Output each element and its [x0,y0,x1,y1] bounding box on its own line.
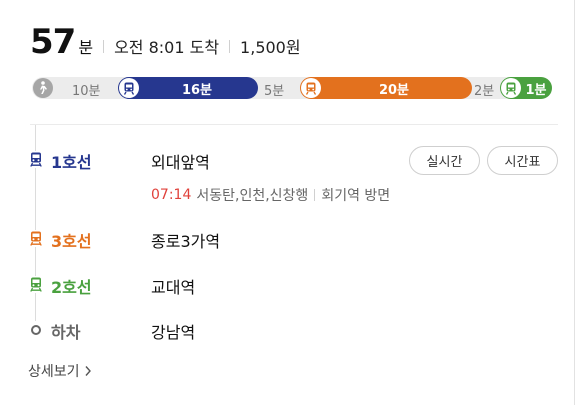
divider [103,40,105,53]
divider [314,189,316,201]
platform-direction: 회기역 방면 [321,188,391,204]
realtime-button[interactable]: 실시간 [409,146,480,175]
step-line-label: 2호선 [51,278,92,297]
detail-link[interactable]: 상세보기 [28,361,92,381]
transfer-time: 5분 [264,84,285,99]
departure-time: 07:14 [151,187,192,203]
transfer-time: 2분 [474,84,495,99]
line2-time: 1분 [525,83,547,98]
step-station[interactable]: 외대앞역 [151,149,210,173]
step-station[interactable]: 종로3가역 [151,228,220,252]
minutes-unit: 분 [78,38,94,57]
route-segment-bar: 10분 16분 5분 20분 2분 1분 [32,77,552,99]
route-summary: 57 분 오전 8:01 도착 1,500원 [30,22,301,66]
divider [30,124,558,125]
step-line-label: 하차 [51,323,81,342]
step-station[interactable]: 강남역 [151,319,195,343]
step-line-label: 1호선 [51,153,92,172]
step-line-label: 3호선 [51,232,92,251]
line1-time: 16분 [181,83,213,98]
divider [229,40,231,53]
subway-icon [119,78,139,98]
detail-link-label: 상세보기 [28,364,80,380]
arrival-time: 오전 8:01 도착 [114,38,220,57]
step-station[interactable]: 교대역 [151,274,195,298]
chevron-right-icon [84,365,92,377]
subway-icon [301,78,321,98]
subway-icon [501,78,521,98]
train-direction: 서동탄,인천,신창행 [196,188,309,204]
subway-icon [27,151,44,168]
line3-time: 20분 [378,83,410,98]
walk-time: 10분 [72,84,101,99]
timetable-button[interactable]: 시간표 [487,146,558,175]
subway-icon [27,230,44,247]
departure-info: 07:14 서동탄,인천,신창행 회기역 방면 [151,185,390,205]
subway-icon [27,276,44,293]
fare: 1,500원 [240,38,301,57]
total-minutes: 57 [30,22,76,62]
circle-icon [27,321,44,338]
panel-border [574,0,575,405]
walk-icon [33,78,53,98]
